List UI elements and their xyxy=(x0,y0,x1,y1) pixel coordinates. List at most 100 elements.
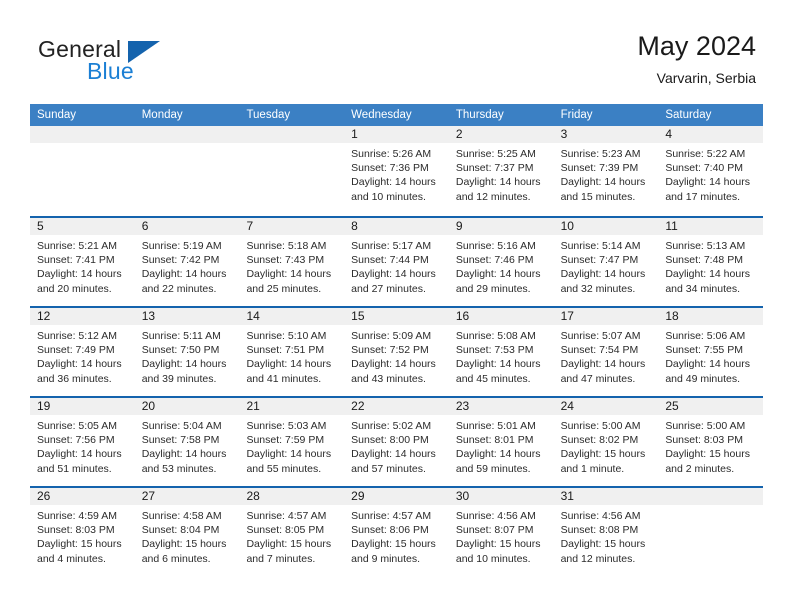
page-header: General Blue May 2024 Varvarin, Serbia xyxy=(0,0,792,100)
day-daylight1-text: Daylight: 15 hours xyxy=(141,538,227,551)
day-sunset-text: Sunset: 7:42 PM xyxy=(141,254,220,267)
weekday-header-tuesday: Tuesday xyxy=(246,109,291,121)
day-sunset-text: Sunset: 7:36 PM xyxy=(351,162,429,175)
day-sunrise-text: Sunrise: 5:26 AM xyxy=(351,148,432,160)
day-number: 12 xyxy=(37,309,51,323)
calendar-day-cell[interactable]: 4 Sunrise: 5:22 AM Sunset: 7:40 PM Daylight… xyxy=(658,126,764,216)
calendar-day-cell[interactable]: 21 Sunrise: 5:03 AM Sunset: 7:59 PM Dayligh… xyxy=(239,398,345,486)
calendar-day-cell[interactable]: 28 Sunrise: 4:57 AM Sunset: 8:05 PM Dayligh… xyxy=(239,488,345,576)
day-daylight1-text: Daylight: 15 hours xyxy=(246,538,332,551)
day-number: 1 xyxy=(351,127,358,141)
generalblue-logo: General Blue xyxy=(38,36,248,92)
calendar-day-cell[interactable]: 29 Sunrise: 4:57 AM Sunset: 8:06 PM Dayligh… xyxy=(344,488,449,576)
calendar-day-cell[interactable]: 31 Sunrise: 4:56 AM Sunset: 8:08 PM Dayligh… xyxy=(553,488,659,576)
calendar-day-cell[interactable]: 15 Sunrise: 5:09 AM Sunset: 7:52 PM Dayligh… xyxy=(344,308,449,396)
calendar-day-cell[interactable]: 16 Sunrise: 5:08 AM Sunset: 7:53 PM Dayligh… xyxy=(448,308,554,396)
weekday-header-thursday: Thursday xyxy=(455,109,504,121)
day-sunset-text: Sunset: 7:48 PM xyxy=(665,254,743,267)
day-daylight1-text: Daylight: 15 hours xyxy=(665,448,750,461)
day-daylight1-text: Daylight: 14 hours xyxy=(560,268,646,281)
calendar-day-cell[interactable]: 2 Sunrise: 5:25 AM Sunset: 7:37 PM Daylight… xyxy=(448,126,554,216)
day-sunrise-text: Sunrise: 5:07 AM xyxy=(560,330,641,342)
calendar-day-cell-empty xyxy=(134,126,240,216)
calendar-day-cell[interactable]: 23 Sunrise: 5:01 AM Sunset: 8:01 PM Dayligh… xyxy=(448,398,554,486)
calendar-day-cell[interactable]: 24 Sunrise: 5:00 AM Sunset: 8:02 PM Dayligh… xyxy=(553,398,659,486)
calendar-day-cell[interactable]: 1 Sunrise: 5:26 AM Sunset: 7:36 PM Daylight… xyxy=(344,126,449,216)
day-sunset-text: Sunset: 7:54 PM xyxy=(560,344,639,357)
calendar-day-cell[interactable]: 17 Sunrise: 5:07 AM Sunset: 7:54 PM Dayligh… xyxy=(553,308,659,396)
day-sunset-text: Sunset: 7:37 PM xyxy=(455,162,534,175)
calendar-day-cell[interactable]: 10 Sunrise: 5:14 AM Sunset: 7:47 PM Dayligh… xyxy=(553,218,659,306)
calendar-day-cell[interactable]: 7 Sunrise: 5:18 AM Sunset: 7:43 PM Daylight… xyxy=(239,218,345,306)
day-daylight1-text: Daylight: 14 hours xyxy=(560,176,646,189)
day-sunrise-text: Sunrise: 5:21 AM xyxy=(37,240,117,252)
day-daylight2-text: and 6 minutes. xyxy=(141,552,211,565)
day-sun-info: Sunrise: 5:14 AM Sunset: 7:47 PM Daylight:… xyxy=(561,239,653,296)
day-sunrise-text: Sunrise: 5:00 AM xyxy=(560,420,641,432)
calendar-day-cell[interactable]: 11 Sunrise: 5:13 AM Sunset: 7:48 PM Dayligh… xyxy=(658,218,764,306)
day-sun-info: Sunrise: 5:09 AM Sunset: 7:52 PM Daylight:… xyxy=(351,329,443,386)
day-sunset-text: Sunset: 7:56 PM xyxy=(37,434,115,447)
calendar-day-cell[interactable]: 22 Sunrise: 5:02 AM Sunset: 8:00 PM Dayligh… xyxy=(344,398,449,486)
calendar-day-cell[interactable]: 5 Sunrise: 5:21 AM Sunset: 7:41 PM Daylight… xyxy=(30,218,135,306)
day-number: 10 xyxy=(560,219,574,233)
calendar-day-cell[interactable]: 14 Sunrise: 5:10 AM Sunset: 7:51 PM Dayligh… xyxy=(239,308,345,396)
day-daylight2-text: and 34 minutes. xyxy=(665,282,741,295)
logo-text-blue: Blue xyxy=(87,58,134,84)
calendar-day-cell[interactable]: 13 Sunrise: 5:11 AM Sunset: 7:50 PM Dayligh… xyxy=(134,308,240,396)
day-sunrise-text: Sunrise: 5:03 AM xyxy=(246,420,327,432)
day-daylight2-text: and 51 minutes. xyxy=(37,462,112,475)
day-sunset-text: Sunset: 8:05 PM xyxy=(246,524,325,537)
day-daylight2-text: and 4 minutes. xyxy=(37,552,106,565)
weekday-header-wednesday: Wednesday xyxy=(351,109,412,121)
day-daylight2-text: and 7 minutes. xyxy=(246,552,316,565)
calendar-day-cell[interactable]: 8 Sunrise: 5:17 AM Sunset: 7:44 PM Daylight… xyxy=(344,218,449,306)
calendar-day-cell[interactable]: 9 Sunrise: 5:16 AM Sunset: 7:46 PM Daylight… xyxy=(448,218,554,306)
day-daylight1-text: Daylight: 14 hours xyxy=(665,176,750,189)
day-sunset-text: Sunset: 7:44 PM xyxy=(351,254,429,267)
calendar-day-cell[interactable]: 25 Sunrise: 5:00 AM Sunset: 8:03 PM Dayligh… xyxy=(658,398,764,486)
day-sun-info: Sunrise: 5:21 AM Sunset: 7:41 PM Daylight:… xyxy=(37,239,129,296)
day-daylight1-text: Daylight: 14 hours xyxy=(455,176,541,189)
day-daylight1-text: Daylight: 14 hours xyxy=(455,268,541,281)
day-sunset-text: Sunset: 8:03 PM xyxy=(37,524,115,537)
day-sunset-text: Sunset: 7:43 PM xyxy=(246,254,325,267)
calendar-day-cell[interactable]: 12 Sunrise: 5:12 AM Sunset: 7:49 PM Dayligh… xyxy=(30,308,135,396)
day-sunset-text: Sunset: 7:41 PM xyxy=(37,254,115,267)
day-daylight2-text: and 27 minutes. xyxy=(351,282,426,295)
day-sunrise-text: Sunrise: 5:25 AM xyxy=(455,148,536,160)
day-sunrise-text: Sunrise: 5:23 AM xyxy=(560,148,641,160)
day-number: 2 xyxy=(455,127,463,141)
page-title: May 2024 xyxy=(637,31,756,61)
calendar-week-row: 1 Sunrise: 5:26 AM Sunset: 7:36 PM Daylight… xyxy=(30,126,764,216)
day-daylight1-text: Daylight: 14 hours xyxy=(351,268,436,281)
day-sunset-text: Sunset: 7:55 PM xyxy=(665,344,743,357)
day-sunset-text: Sunset: 7:52 PM xyxy=(351,344,429,357)
day-sun-info: Sunrise: 5:16 AM Sunset: 7:46 PM Daylight:… xyxy=(456,239,548,296)
day-number xyxy=(665,488,757,505)
calendar-day-cell[interactable]: 18 Sunrise: 5:06 AM Sunset: 7:55 PM Dayligh… xyxy=(658,308,764,396)
calendar-week-row: 5 Sunrise: 5:21 AM Sunset: 7:41 PM Daylight… xyxy=(30,216,764,306)
day-number: 11 xyxy=(665,219,678,233)
calendar-week-row: 26 Sunrise: 4:59 AM Sunset: 8:03 PM Dayligh… xyxy=(30,486,764,576)
calendar-day-cell[interactable]: 6 Sunrise: 5:19 AM Sunset: 7:42 PM Daylight… xyxy=(134,218,240,306)
day-number: 15 xyxy=(351,309,365,323)
day-sun-info: Sunrise: 5:07 AM Sunset: 7:54 PM Daylight:… xyxy=(561,329,653,386)
calendar-day-cell[interactable]: 20 Sunrise: 5:04 AM Sunset: 7:58 PM Dayligh… xyxy=(134,398,240,486)
calendar-day-cell[interactable]: 26 Sunrise: 4:59 AM Sunset: 8:03 PM Dayligh… xyxy=(30,488,135,576)
day-number: 4 xyxy=(665,127,672,141)
day-number: 24 xyxy=(560,399,574,413)
day-sunset-text: Sunset: 8:02 PM xyxy=(560,434,639,447)
day-sunrise-text: Sunrise: 5:00 AM xyxy=(665,420,746,432)
calendar-day-cell[interactable]: 27 Sunrise: 4:58 AM Sunset: 8:04 PM Dayligh… xyxy=(134,488,240,576)
day-daylight1-text: Daylight: 15 hours xyxy=(455,538,541,551)
day-sunset-text: Sunset: 7:49 PM xyxy=(37,344,115,357)
day-sunset-text: Sunset: 8:03 PM xyxy=(665,434,743,447)
day-sunrise-text: Sunrise: 5:22 AM xyxy=(665,148,746,160)
calendar-day-cell[interactable]: 19 Sunrise: 5:05 AM Sunset: 7:56 PM Dayligh… xyxy=(30,398,135,486)
calendar-day-cell[interactable]: 3 Sunrise: 5:23 AM Sunset: 7:39 PM Daylight… xyxy=(553,126,659,216)
day-daylight1-text: Daylight: 14 hours xyxy=(246,268,332,281)
day-daylight1-text: Daylight: 14 hours xyxy=(141,448,227,461)
calendar-day-cell[interactable]: 30 Sunrise: 4:56 AM Sunset: 8:07 PM Dayligh… xyxy=(448,488,554,576)
day-sunrise-text: Sunrise: 5:17 AM xyxy=(351,240,432,252)
